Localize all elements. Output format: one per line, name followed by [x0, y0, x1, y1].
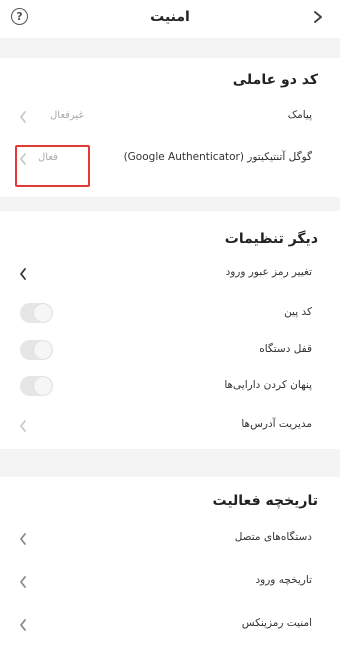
chevron-left-icon [20, 420, 26, 432]
highlight-box [15, 145, 90, 187]
chevron-left-icon [20, 619, 26, 631]
address-management-label: مدیریت آدرس‌ها [241, 418, 312, 430]
chevron-left-icon [20, 533, 26, 545]
sms-label: پیامک [287, 109, 312, 121]
back-chevron-icon[interactable] [312, 10, 324, 24]
pin-code-row: کد پین [0, 299, 340, 329]
hide-assets-toggle[interactable] [20, 376, 53, 396]
device-lock-label: قفل دستگاه [259, 343, 312, 355]
page-title: امنیت [150, 9, 190, 25]
change-password-row[interactable]: تغییر رمز عبور ورود [0, 259, 340, 289]
hide-assets-row: پنهان کردن دارایی‌ها [0, 372, 340, 402]
ramzinex-security-label: امنیت رمزینکس [241, 617, 312, 629]
app-header: ? امنیت [0, 0, 340, 38]
address-management-row[interactable]: مدیریت آدرس‌ها [0, 411, 340, 441]
login-history-row[interactable]: تاریخچه ورود [0, 567, 340, 597]
toggle-knob [34, 341, 52, 359]
device-lock-row: قفل دستگاه [0, 336, 340, 366]
activity-history-section: تاریخچه فعالیت دستگاه‌های متصل تاریخچه و… [0, 477, 340, 650]
sms-status: غیرفعال [50, 110, 84, 121]
other-settings-title: دیگر تنظیمات [224, 231, 318, 247]
login-history-label: تاریخچه ورود [255, 574, 312, 586]
toggle-knob [34, 377, 52, 395]
activity-history-title: تاریخچه فعالیت [212, 493, 319, 509]
other-settings-section: دیگر تنظیمات تغییر رمز عبور ورود کد پین … [0, 211, 340, 449]
toggle-knob [34, 304, 52, 322]
chevron-left-icon [20, 576, 26, 588]
hide-assets-label: پنهان کردن دارایی‌ها [224, 379, 312, 391]
pin-code-label: کد پین [284, 306, 312, 318]
connected-devices-label: دستگاه‌های متصل [234, 531, 312, 543]
two-factor-title: کد دو عاملی [232, 72, 318, 88]
chevron-left-icon [20, 268, 26, 280]
connected-devices-row[interactable]: دستگاه‌های متصل [0, 524, 340, 554]
sms-row[interactable]: غیرفعال پیامک [0, 102, 340, 132]
change-password-label: تغییر رمز عبور ورود [225, 266, 312, 278]
chevron-left-icon [20, 111, 26, 123]
device-lock-toggle[interactable] [20, 340, 53, 360]
google-authenticator-label: گوگل آتنتیکیتور (Google Authenticator) [123, 151, 312, 163]
ramzinex-security-row[interactable]: امنیت رمزینکس [0, 610, 340, 640]
pin-code-toggle[interactable] [20, 303, 53, 323]
